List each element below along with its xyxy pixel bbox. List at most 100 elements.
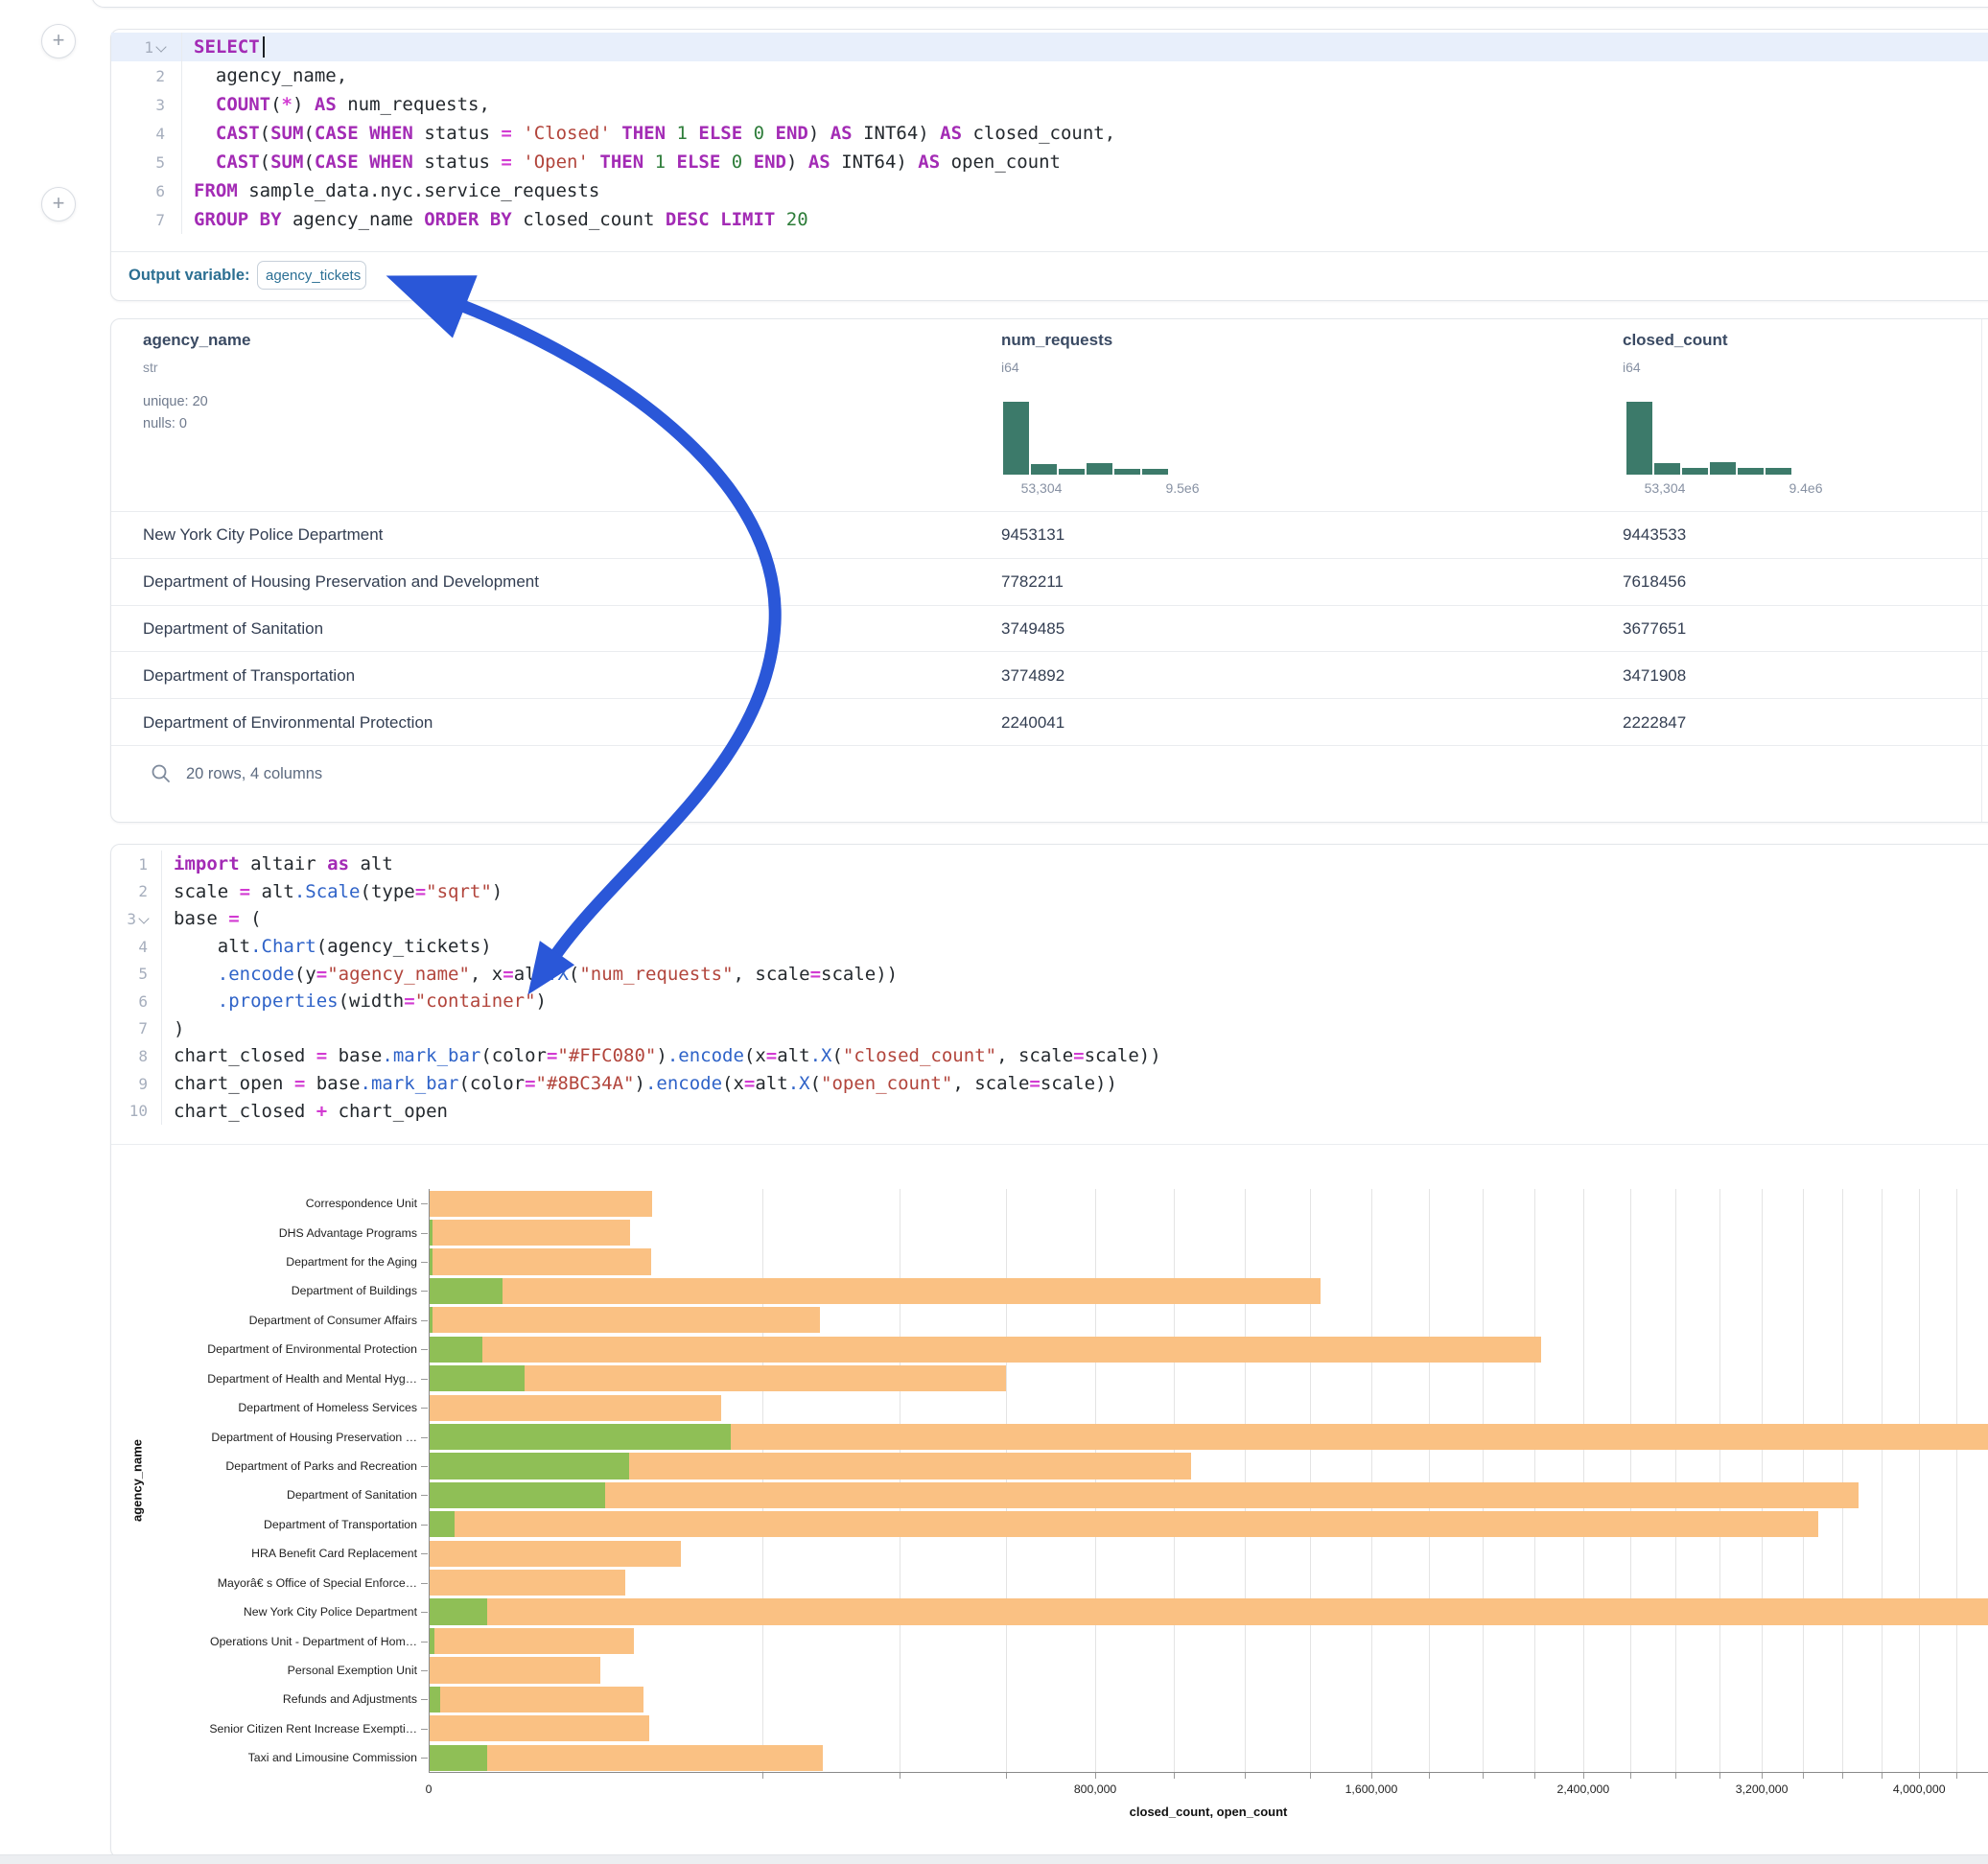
fold-chevron-icon[interactable] [138,913,149,923]
code-line[interactable]: 10chart_closed + chart_open [111,1097,1988,1125]
code-line[interactable]: 9chart_open = base.mark_bar(color="#8BC3… [111,1070,1988,1098]
y-axis-line [429,1189,430,1772]
next-cell-edge [0,1854,1988,1864]
code-line[interactable]: 1import altair as alt [111,850,1988,878]
table-row[interactable]: Department of Sanitation37494853677651 [111,605,1988,653]
sql-code-editor[interactable]: 1SELECT2 agency_name,3 COUNT(*) AS num_r… [111,30,1988,234]
closed-count-bar[interactable] [430,1511,1818,1537]
cell-divider [111,1144,1988,1145]
y-tick [421,1320,428,1321]
table-row[interactable]: Department of Housing Preservation and D… [111,558,1988,606]
column-header-num-requests[interactable]: num_requests [1001,331,1112,350]
code-line[interactable]: 7GROUP BY agency_name ORDER BY closed_co… [111,205,1988,234]
code-line[interactable]: 8chart_closed = base.mark_bar(color="#FF… [111,1042,1988,1070]
code-line[interactable]: 5 CAST(SUM(CASE WHEN status = 'Open' THE… [111,148,1988,176]
open-count-bar[interactable] [430,1278,503,1304]
closed-count-bar[interactable] [430,1541,681,1567]
open-count-bar[interactable] [430,1424,731,1450]
altair-chart: Correspondence UnitDHS Advantage Program… [110,1170,1988,1841]
y-axis-category-label: Department of Consumer Affairs [249,1314,417,1327]
plot-area [429,1189,1988,1772]
closed-count-bar[interactable] [430,1598,1988,1624]
y-axis-title: agency_name [130,1439,145,1522]
code-line[interactable]: 7) [111,1015,1988,1043]
closed-count-bar[interactable] [430,1570,625,1596]
code-line[interactable]: 5 .encode(y="agency_name", x=alt.X("num_… [111,960,1988,988]
y-tick [421,1495,428,1496]
code-line[interactable]: 3 COUNT(*) AS num_requests, [111,90,1988,119]
y-axis-category-label: Department of Buildings [292,1284,417,1297]
histogram-bar [1031,464,1057,475]
closed-count-bar[interactable] [430,1337,1541,1363]
y-axis-category-label: Personal Exemption Unit [288,1664,417,1677]
table-cell: 3749485 [1001,606,1064,653]
open-count-bar[interactable] [430,1365,525,1391]
closed-count-bar[interactable] [430,1687,643,1713]
closed-count-bar[interactable] [430,1395,721,1421]
open-count-bar[interactable] [430,1511,455,1537]
hist-min-label: 53,304 [1626,480,1703,496]
x-axis-tick-label: 800,000 [1074,1782,1116,1796]
gridline [1719,1189,1720,1772]
code-line[interactable]: 3base = ( [111,905,1988,933]
gridline [1310,1189,1311,1772]
closed-count-bar[interactable] [430,1191,652,1217]
table-bottom-border [111,745,1988,746]
y-axis-category-label: Department of Sanitation [287,1488,417,1502]
closed-count-histogram [1626,400,1799,475]
open-count-bar[interactable] [430,1482,605,1508]
code-line[interactable]: 2scale = alt.Scale(type="sqrt") [111,878,1988,906]
add-cell-button[interactable]: + [41,24,76,58]
column-header-closed-count[interactable]: closed_count [1623,331,1728,350]
closed-count-bar[interactable] [430,1307,820,1333]
open-count-bar[interactable] [430,1598,487,1624]
table-row[interactable]: Department of Transportation377489234719… [111,651,1988,699]
y-axis-category-label: Operations Unit - Department of Hom… [210,1635,417,1648]
column-header-agency-name[interactable]: agency_name [143,331,250,350]
x-axis-tick-label: 3,200,000 [1736,1782,1789,1796]
closed-count-bar[interactable] [430,1220,630,1246]
x-tick [1534,1773,1535,1779]
table-cell: Department of Sanitation [143,606,323,653]
open-count-bar[interactable] [430,1307,433,1333]
x-tick [1429,1773,1430,1779]
code-line[interactable]: 2 agency_name, [111,61,1988,90]
code-line[interactable]: 6 .properties(width="container") [111,988,1988,1015]
fold-chevron-icon[interactable] [155,41,166,52]
y-tick [421,1612,428,1613]
y-axis-category-label: New York City Police Department [244,1605,417,1619]
histogram-bar [1003,402,1029,475]
y-tick [421,1670,428,1671]
closed-count-bar[interactable] [430,1745,823,1771]
closed-count-bar[interactable] [430,1482,1859,1508]
closed-count-bar[interactable] [430,1628,634,1654]
open-count-bar[interactable] [430,1337,482,1363]
open-count-bar[interactable] [430,1628,434,1654]
code-line[interactable]: 4 alt.Chart(agency_tickets) [111,933,1988,961]
table-cell: 3471908 [1623,652,1686,699]
table-row[interactable]: New York City Police Department945313194… [111,511,1988,559]
table-row[interactable]: Department of Environmental Protection22… [111,698,1988,746]
x-tick [1174,1773,1175,1779]
y-tick [421,1203,428,1204]
gridline [1006,1189,1007,1772]
histogram-bar [1059,469,1085,475]
closed-count-bar[interactable] [430,1657,600,1683]
open-count-bar[interactable] [430,1453,629,1479]
code-line[interactable]: 4 CAST(SUM(CASE WHEN status = 'Closed' T… [111,119,1988,148]
add-cell-button[interactable]: + [41,187,76,221]
python-code-editor[interactable]: 1import altair as alt2scale = alt.Scale(… [111,845,1988,1125]
code-line[interactable]: 1SELECT [111,33,1988,61]
search-icon[interactable] [150,762,173,785]
closed-count-bar[interactable] [430,1248,651,1274]
output-variable-badge[interactable]: agency_tickets [257,261,366,290]
open-count-bar[interactable] [430,1745,487,1771]
open-count-bar[interactable] [430,1687,440,1713]
closed-count-bar[interactable] [430,1278,1321,1304]
open-count-bar[interactable] [430,1248,433,1274]
code-line[interactable]: 6FROM sample_data.nyc.service_requests [111,176,1988,205]
open-count-bar[interactable] [430,1220,433,1246]
closed-count-bar[interactable] [430,1715,649,1741]
table-cell: 2240041 [1001,699,1064,746]
x-tick [1371,1773,1372,1779]
